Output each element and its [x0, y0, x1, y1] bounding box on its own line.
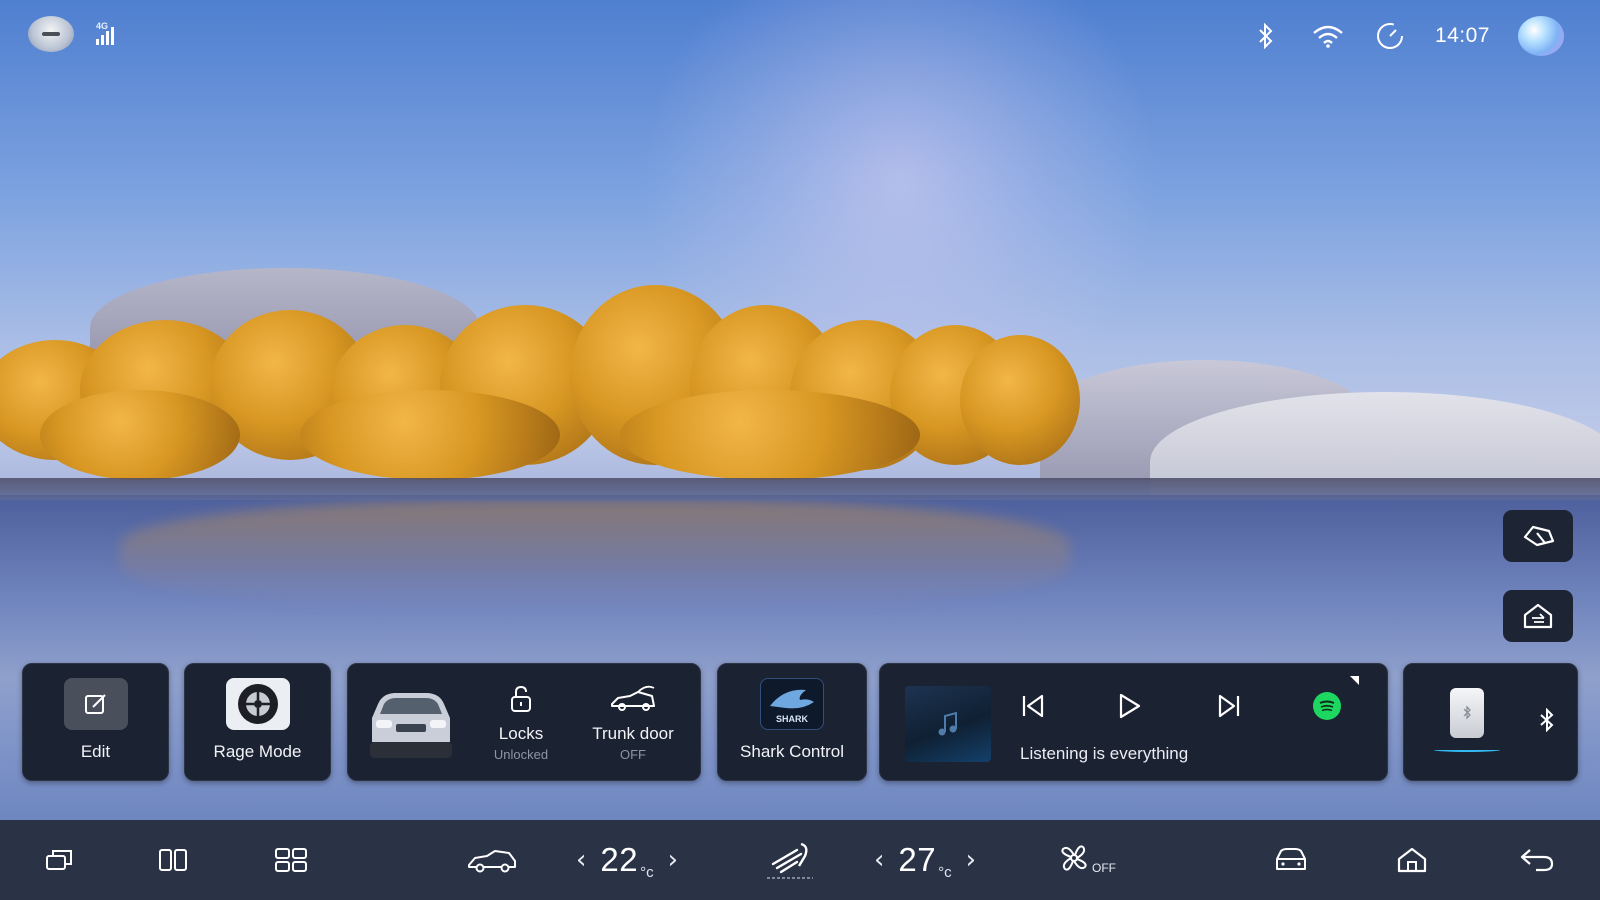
locks-status: Unlocked: [493, 747, 549, 762]
car-front-icon[interactable]: [1268, 834, 1314, 886]
driver-temp-value: 22: [600, 841, 639, 878]
spotify-icon[interactable]: [1304, 686, 1350, 726]
speedometer-icon[interactable]: [1373, 19, 1407, 53]
clock: 14:07: [1434, 24, 1490, 47]
edit-card[interactable]: Edit: [22, 663, 169, 781]
passenger-temp-value: 27: [898, 841, 937, 878]
edit-label: Edit: [80, 742, 111, 761]
driver-temp-unit: °c: [640, 864, 654, 881]
driver-temp-increase[interactable]: ›: [668, 845, 678, 875]
passenger-temp-increase[interactable]: ›: [966, 845, 976, 875]
recent-apps-icon[interactable]: [38, 834, 80, 886]
passenger-temperature-control: ‹ 27 °c ›: [874, 834, 976, 886]
phone-glow: [1434, 748, 1500, 752]
vehicle-status-card: Locks Unlocked Trunk door OFF: [347, 663, 701, 781]
lake-reflection: [120, 500, 1070, 610]
back-icon[interactable]: [1514, 834, 1560, 886]
phone-icon: [1450, 688, 1484, 738]
fan-icon: [1058, 843, 1090, 878]
expand-corner-icon[interactable]: [1350, 676, 1359, 685]
driver-temp-decrease[interactable]: ‹: [576, 845, 586, 875]
autumn-trees: [0, 285, 1090, 500]
trunk-label: Trunk door: [592, 724, 674, 743]
rage-mode-label: Rage Mode: [213, 742, 302, 761]
next-icon[interactable]: [1206, 686, 1252, 726]
climate-seat-icon[interactable]: [756, 834, 822, 886]
album-art[interactable]: [905, 686, 991, 762]
play-icon[interactable]: [1106, 686, 1152, 726]
locks-label: Locks: [498, 724, 544, 743]
shark-logo-icon: SHARK: [760, 678, 824, 730]
trunk-icon: [573, 682, 693, 716]
car-icon[interactable]: [464, 834, 520, 886]
driver-temp-display: 22 °c: [600, 841, 654, 881]
app-grid-icon[interactable]: [270, 834, 312, 886]
car-image: [362, 684, 458, 764]
status-bar-left: 4G: [28, 16, 114, 52]
trunk-status: OFF: [620, 747, 646, 762]
wifi-icon[interactable]: [1311, 19, 1345, 53]
network-type: 4G: [96, 21, 109, 31]
voice-assistant-icon[interactable]: [1518, 16, 1564, 56]
previous-icon[interactable]: [1010, 686, 1056, 726]
driver-temperature-control: ‹ 22 °c ›: [576, 834, 678, 886]
passenger-temp-display: 27 °c: [898, 841, 952, 881]
fan-control[interactable]: OFF: [1055, 834, 1119, 886]
shark-control-label: Shark Control: [740, 742, 844, 761]
trunk-door-control[interactable]: Trunk door OFF: [573, 682, 693, 762]
shark-control-card[interactable]: SHARK Shark Control: [717, 663, 867, 781]
fan-status: OFF: [1092, 861, 1116, 875]
passenger-temp-unit: °c: [938, 864, 952, 881]
bluetooth-phone-card[interactable]: [1403, 663, 1578, 781]
bottom-dock: ‹ 22 °c › ‹ 27 °c › OFF: [0, 820, 1600, 900]
bluetooth-icon: [1539, 707, 1555, 737]
split-screen-icon[interactable]: [152, 834, 194, 886]
home-icon[interactable]: [1390, 834, 1434, 886]
track-title: Listening is everything: [1020, 744, 1189, 763]
home-switch-icon[interactable]: [1503, 590, 1573, 642]
shoreline: [0, 478, 1600, 500]
passenger-temp-decrease[interactable]: ‹: [874, 845, 884, 875]
bluetooth-icon[interactable]: [1249, 19, 1283, 53]
locks-control[interactable]: Locks Unlocked: [461, 682, 581, 762]
lock-icon: [461, 682, 581, 716]
menu-icon[interactable]: [28, 16, 74, 52]
edit-icon: [63, 678, 128, 730]
shark-logo-text: SHARK: [776, 714, 809, 724]
media-player-card: Listening is everything: [879, 663, 1388, 781]
status-bar-right: 14:07: [1249, 16, 1564, 56]
car-brush-icon[interactable]: [1503, 510, 1573, 562]
wheel-icon: [225, 678, 290, 730]
rage-mode-card[interactable]: Rage Mode: [184, 663, 331, 781]
cellular-signal-icon: 4G: [96, 21, 114, 45]
